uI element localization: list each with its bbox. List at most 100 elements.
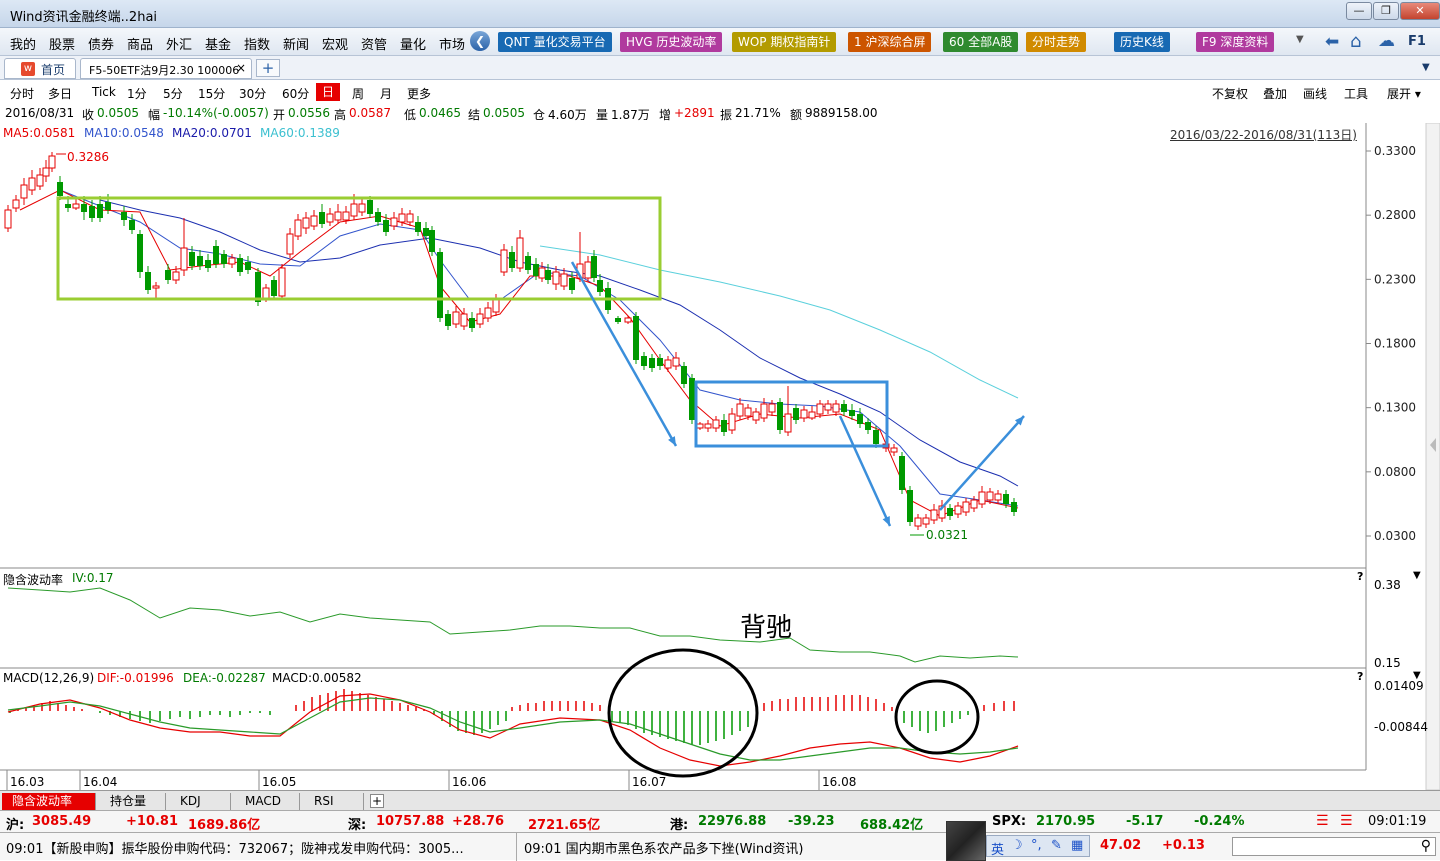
candle-body <box>832 403 840 413</box>
candle-body <box>760 403 768 419</box>
open-label: 开 <box>273 108 286 122</box>
iv-collapse-icon[interactable]: ▼ <box>1413 570 1421 581</box>
hk-label: 港: <box>670 818 689 833</box>
period-7[interactable]: 60分 <box>282 85 309 102</box>
tool-2[interactable]: 画线 <box>1303 85 1327 102</box>
iv-help-icon[interactable]: ? <box>1357 570 1363 583</box>
tool-4[interactable]: 展开 ▾ <box>1387 85 1421 102</box>
menu-11[interactable]: 市场 <box>439 34 465 53</box>
tool-1[interactable]: 叠加 <box>1263 85 1287 102</box>
chat-icon[interactable]: ☁ <box>1378 31 1395 51</box>
menu-8[interactable]: 宏观 <box>322 34 348 53</box>
ime-toolbar[interactable]: 英 ☽ °, ✎ ▦ <box>986 835 1090 858</box>
tab-list-dropdown-icon[interactable]: ▼ <box>1422 62 1430 73</box>
index-ticker-bar: 沪: 3085.49 +10.81 1689.86亿 深: 10757.88 +… <box>0 810 1440 833</box>
tab-active-option[interactable]: F5-50ETF沽9月2.30 100006 × <box>80 58 252 79</box>
add-tab-button[interactable]: + <box>256 59 280 77</box>
menu-2[interactable]: 债券 <box>88 34 114 53</box>
period-11[interactable]: 更多 <box>407 85 431 102</box>
period-2[interactable]: Tick <box>92 85 116 99</box>
back-arrow-icon[interactable]: ⬅ <box>1325 32 1339 52</box>
minimize-button[interactable]: — <box>1346 2 1372 20</box>
toolbar-button-1[interactable]: HVG 历史波动率 <box>620 32 723 52</box>
candle-body <box>962 501 970 513</box>
ime-lang[interactable]: 英 <box>991 839 1004 858</box>
indicator-tab-3[interactable]: MACD <box>233 793 300 810</box>
candle-body <box>689 378 695 420</box>
candle-body <box>752 411 760 421</box>
x-tick-label: 16.05 <box>262 775 297 789</box>
toolbar-button-4[interactable]: 60 全部A股 <box>943 32 1019 52</box>
tool-0[interactable]: 不复权 <box>1212 85 1248 102</box>
more-dropdown-icon[interactable]: ▼ <box>1296 34 1314 50</box>
indicator-tab-2[interactable]: KDJ <box>168 793 231 810</box>
menu-6[interactable]: 指数 <box>244 34 270 53</box>
close-button[interactable]: ✕ <box>1400 2 1440 20</box>
candle-body <box>390 217 398 227</box>
candle-body <box>849 410 855 416</box>
maximize-button[interactable]: ❐ <box>1373 2 1399 20</box>
menu-5[interactable]: 基金 <box>205 34 231 53</box>
candle-body <box>857 414 863 424</box>
menu-icon[interactable]: ☰ <box>1340 813 1353 829</box>
period-1[interactable]: 多日 <box>48 85 72 102</box>
add-indicator-icon[interactable]: + <box>370 794 384 808</box>
indicator-tab-1[interactable]: 持仓量 <box>98 793 166 810</box>
menu-10[interactable]: 量化 <box>400 34 426 53</box>
macd-collapse-icon[interactable]: ▼ <box>1413 670 1421 681</box>
period-10[interactable]: 月 <box>380 85 392 102</box>
date-range-label: 2016/03/22-2016/08/31(113日) <box>1170 128 1357 142</box>
toolbar-button-5[interactable]: 分时走势 <box>1026 32 1087 52</box>
candle-body <box>97 204 103 218</box>
candle-body <box>914 517 922 527</box>
list-icon[interactable]: ☰ <box>1316 813 1329 829</box>
iv-axis-top: 0.38 <box>1374 578 1401 592</box>
tab-home[interactable]: w 首页 <box>4 58 76 79</box>
candle-body <box>367 200 373 214</box>
menu-7[interactable]: 新闻 <box>283 34 309 53</box>
period-5[interactable]: 15分 <box>198 85 225 102</box>
toolbar-button-6[interactable]: 历史K线 <box>1114 32 1170 52</box>
period-8[interactable]: 日 <box>316 83 341 101</box>
wrench-icon[interactable]: ✎ <box>1051 838 1062 853</box>
period-6[interactable]: 30分 <box>239 85 266 102</box>
period-0[interactable]: 分时 <box>10 85 34 102</box>
candle-body <box>584 261 592 279</box>
f1-help[interactable]: F1 <box>1408 34 1426 49</box>
avatar[interactable] <box>946 821 986 861</box>
tab-close-icon[interactable]: × <box>236 61 246 75</box>
indicator-tab-0[interactable]: 隐含波动率 <box>2 793 96 810</box>
moon-icon[interactable]: ☽ <box>1011 838 1023 853</box>
news-left[interactable]: 09:01【新股申购】振华股份申购代码：732067；陇神戎发申购代码：3005… <box>6 838 516 857</box>
indicator-tab-4[interactable]: RSI <box>302 793 364 810</box>
menu-4[interactable]: 外汇 <box>166 34 192 53</box>
toolbar-button-0[interactable]: QNT 量化交易平台 <box>498 32 612 52</box>
period-3[interactable]: 1分 <box>127 85 147 102</box>
chart-area[interactable]: 0.3300 0.2800 0.2300 0.1800 0.1300 0.0800 0.03… <box>0 123 1440 790</box>
punctuation-icon[interactable]: °, <box>1031 838 1042 853</box>
search-input[interactable]: ⚲ <box>1232 837 1436 856</box>
menu-1[interactable]: 股票 <box>49 34 75 53</box>
candle-body <box>970 499 978 509</box>
candle-body <box>460 313 468 327</box>
candle-body <box>172 271 180 281</box>
keyboard-icon[interactable]: ▦ <box>1071 838 1083 853</box>
home-icon[interactable]: ⌂ <box>1350 31 1361 52</box>
candle-body <box>1011 502 1017 512</box>
macd-help-icon[interactable]: ? <box>1357 670 1363 683</box>
candle-body <box>65 204 71 208</box>
toolbar-button-2[interactable]: WOP 期权指南针 <box>732 32 837 52</box>
candle-body <box>591 256 597 278</box>
news-right[interactable]: 09:01 国内期市黑色系农产品多下挫(Wind资讯) <box>524 838 944 857</box>
tool-3[interactable]: 工具 <box>1344 85 1368 102</box>
scroll-left-icon[interactable]: ❮ <box>470 31 490 51</box>
candle-body <box>28 177 36 191</box>
toolbar-button-7[interactable]: F9 深度资料 <box>1196 32 1275 52</box>
menu-3[interactable]: 商品 <box>127 34 153 53</box>
search-icon[interactable]: ⚲ <box>1421 838 1431 854</box>
menu-9[interactable]: 资管 <box>361 34 387 53</box>
period-4[interactable]: 5分 <box>163 85 183 102</box>
menu-0[interactable]: 我的 <box>10 34 36 53</box>
toolbar-button-3[interactable]: 1 沪深综合屏 <box>848 32 932 52</box>
period-9[interactable]: 周 <box>352 85 364 102</box>
